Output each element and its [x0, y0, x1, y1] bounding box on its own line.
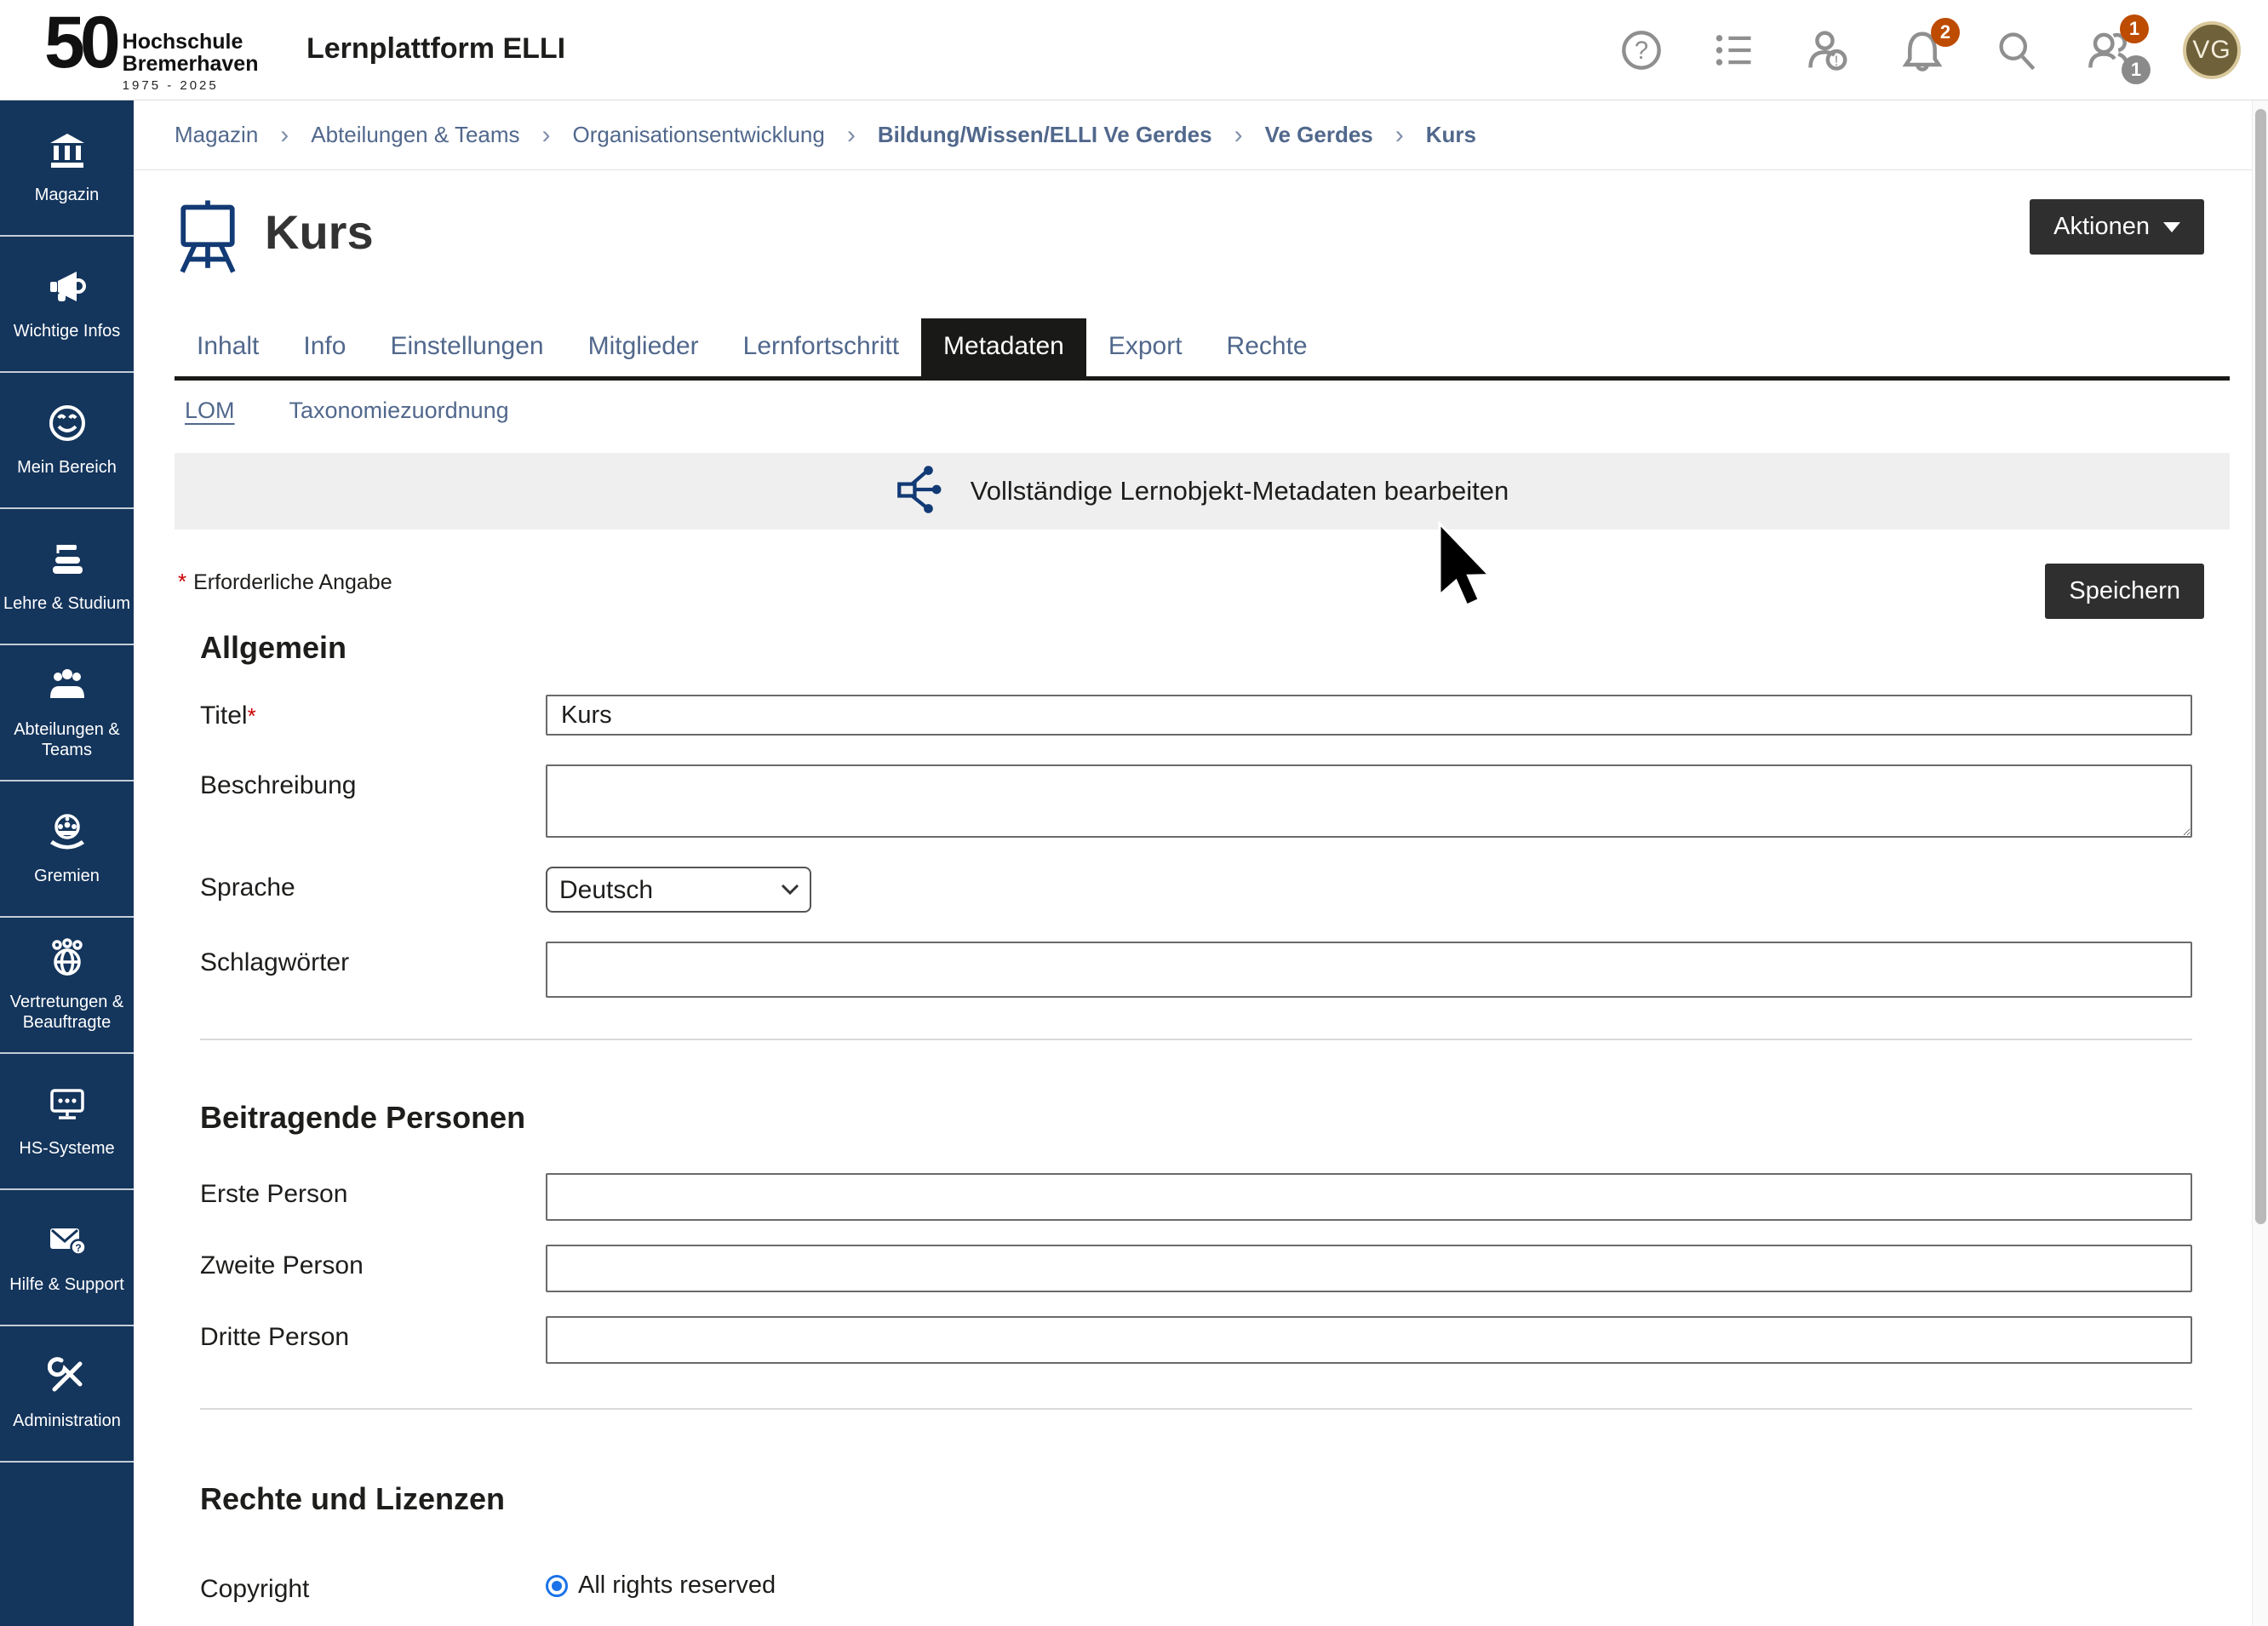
monitor-icon — [48, 1085, 87, 1128]
sidebar-item-gremien[interactable]: Gremien — [0, 782, 134, 918]
breadcrumb-item[interactable]: Magazin — [175, 122, 258, 148]
section-divider — [200, 1408, 2192, 1410]
sprache-select[interactable]: Deutsch — [546, 867, 811, 913]
breadcrumb-item[interactable]: Kurs — [1426, 122, 1476, 148]
mail-question-icon: ? — [48, 1221, 87, 1264]
sidebar-item-vertretungen-beauftragte[interactable]: Vertretungen & Beauftragte — [0, 918, 134, 1054]
tab-bar: Inhalt Info Einstellungen Mitglieder Ler… — [175, 318, 2230, 381]
chevron-right-icon: › — [542, 121, 551, 150]
notifications-bell-icon[interactable]: 2 — [1900, 28, 1944, 72]
chevron-right-icon: › — [280, 121, 289, 150]
bank-icon — [48, 131, 87, 175]
breadcrumb-item[interactable]: Bildung/Wissen/ELLI Ve Gerdes — [878, 122, 1212, 148]
logo-50: 50 — [44, 9, 116, 78]
svg-text:?: ? — [1635, 37, 1648, 65]
sidebar-item-abteilungen-teams[interactable]: Abteilungen & Teams — [0, 645, 134, 782]
page-title: Kurs — [265, 204, 374, 260]
user-avatar[interactable]: VG — [2181, 28, 2242, 72]
svg-text:?: ? — [75, 1242, 81, 1254]
field-label-sprache: Sprache — [175, 867, 546, 902]
field-label-erste-person: Erste Person — [175, 1173, 546, 1209]
titel-input[interactable] — [546, 695, 2192, 736]
actions-button[interactable]: Aktionen — [2030, 199, 2204, 255]
sidebar-item-mein-bereich[interactable]: Mein Bereich — [0, 373, 134, 509]
app-title: Lernplattform ELLI — [306, 32, 565, 66]
scrollbar-thumb[interactable] — [2255, 109, 2266, 1224]
breadcrumb-item[interactable]: Organisationsentwicklung — [573, 122, 825, 148]
globe-people-icon — [48, 938, 87, 982]
contacts-badge-top: 1 — [2120, 14, 2149, 43]
field-label-zweite-person: Zweite Person — [175, 1245, 546, 1280]
chevron-right-icon: › — [1234, 121, 1243, 150]
smiley-icon — [48, 404, 87, 447]
copyright-radio-label: All rights reserved — [578, 1572, 776, 1600]
field-label-copyright: Copyright — [175, 1568, 546, 1604]
main-content: Kurs Aktionen Inhalt Info Einstellungen … — [134, 170, 2252, 1626]
chevron-right-icon: › — [1395, 121, 1404, 150]
field-label-schlagwoerter: Schlagwörter — [175, 942, 546, 977]
tab-info[interactable]: Info — [281, 318, 368, 376]
tab-lernfortschritt[interactable]: Lernfortschritt — [721, 318, 921, 376]
university-logo: 50 Hochschule Bremerhaven 1975 - 2025 — [44, 9, 258, 93]
books-icon — [48, 540, 87, 583]
sidebar-item-hilfe-support[interactable]: ? Hilfe & Support — [0, 1190, 134, 1326]
vertical-scrollbar[interactable] — [2252, 100, 2268, 1626]
breadcrumb-item[interactable]: Abteilungen & Teams — [311, 122, 519, 148]
zweite-person-input[interactable] — [546, 1245, 2192, 1292]
field-label-dritte-person: Dritte Person — [175, 1316, 546, 1352]
section-title-rechte: Rechte und Lizenzen — [200, 1481, 2252, 1517]
subtab-taxonomiezuordnung[interactable]: Taxonomiezuordnung — [289, 398, 509, 424]
main-sidebar: Magazin Wichtige Infos Mein Bereich Lehr… — [0, 100, 134, 1626]
awareness-user-icon[interactable]: ! — [1807, 28, 1851, 72]
subtab-lom[interactable]: LOM — [185, 398, 235, 424]
banner-label: Vollständige Lernobjekt-Metadaten bearbe… — [971, 476, 1509, 507]
tab-einstellungen[interactable]: Einstellungen — [368, 318, 565, 376]
section-title-beitragende: Beitragende Personen — [200, 1100, 2252, 1136]
megaphone-icon — [48, 267, 87, 311]
field-label-titel: Titel* — [175, 695, 546, 730]
svg-text:!: ! — [1835, 53, 1839, 69]
course-easel-icon — [175, 198, 241, 280]
search-icon[interactable] — [1994, 28, 2038, 72]
hub-share-icon — [896, 465, 948, 518]
contacts-badge-bottom: 1 — [2122, 55, 2151, 84]
notifications-badge: 2 — [1931, 18, 1960, 47]
tab-inhalt[interactable]: Inhalt — [175, 318, 281, 376]
tab-mitglieder[interactable]: Mitglieder — [566, 318, 721, 376]
dritte-person-input[interactable] — [546, 1316, 2192, 1364]
copyright-radio[interactable] — [546, 1575, 568, 1597]
erste-person-input[interactable] — [546, 1173, 2192, 1221]
people-group-icon — [48, 666, 87, 709]
chevron-down-icon — [2163, 222, 2180, 232]
field-label-beschreibung: Beschreibung — [175, 764, 546, 800]
help-icon[interactable]: ? — [1619, 28, 1664, 72]
committee-icon — [48, 812, 87, 856]
beschreibung-textarea[interactable] — [546, 764, 2192, 838]
breadcrumb-item[interactable]: Ve Gerdes — [1265, 122, 1373, 148]
sidebar-item-lehre-studium[interactable]: Lehre & Studium — [0, 509, 134, 645]
sidebar-item-administration[interactable]: Administration — [0, 1326, 134, 1463]
tab-export[interactable]: Export — [1086, 318, 1205, 376]
contacts-icon[interactable]: 1 1 — [2088, 28, 2132, 72]
sidebar-item-hs-systeme[interactable]: HS-Systeme — [0, 1054, 134, 1190]
chevron-right-icon: › — [847, 121, 856, 150]
save-button[interactable]: Speichern — [2045, 564, 2204, 619]
tab-metadaten[interactable]: Metadaten — [921, 318, 1086, 376]
tools-icon — [48, 1357, 87, 1400]
required-note: *Erforderliche Angabe — [178, 569, 392, 595]
top-header: 50 Hochschule Bremerhaven 1975 - 2025 Le… — [0, 0, 2268, 100]
section-divider — [200, 1039, 2192, 1040]
edit-full-metadata-banner[interactable]: Vollständige Lernobjekt-Metadaten bearbe… — [175, 453, 2230, 530]
todo-list-icon[interactable] — [1713, 28, 1757, 72]
sidebar-item-magazin[interactable]: Magazin — [0, 100, 134, 237]
section-title-allgemein: Allgemein — [200, 630, 2252, 666]
schlagwoerter-input[interactable] — [546, 942, 2192, 998]
breadcrumb: Magazin › Abteilungen & Teams › Organisa… — [134, 100, 2252, 170]
tab-rechte[interactable]: Rechte — [1205, 318, 1330, 376]
sidebar-item-wichtige-infos[interactable]: Wichtige Infos — [0, 237, 134, 373]
subtab-bar: LOM Taxonomiezuordnung — [175, 398, 2252, 424]
